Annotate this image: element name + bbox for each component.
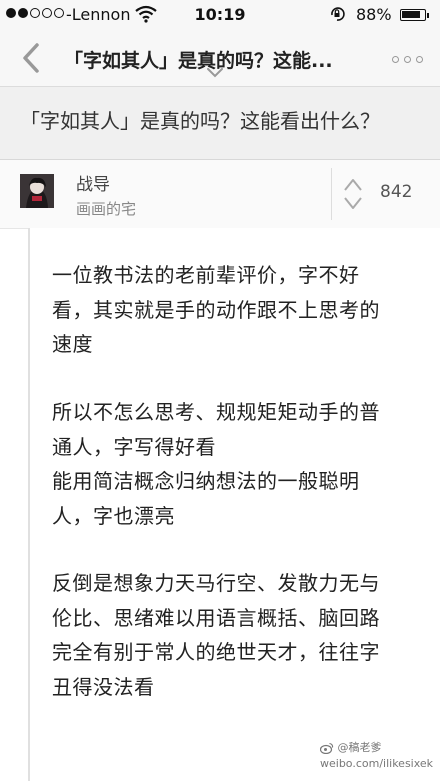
author-row: 战导 画画的宅 842: [0, 160, 440, 229]
answer-paragraph: 一位教书法的老前辈评价，字不好看，其实就是手的动作跟不上思考的速度: [52, 263, 380, 356]
question-title: 「字如其人」是真的吗？这能看出什么？: [20, 109, 380, 133]
author-bio: 画画的宅: [76, 200, 137, 218]
status-bar: -Lennon 10:19 88%: [0, 0, 440, 30]
battery-icon: [400, 9, 426, 21]
author-name[interactable]: 战导: [76, 170, 110, 195]
rotation-lock-icon: [331, 7, 345, 21]
battery-percentage: 88%: [356, 5, 392, 24]
nav-title: 「字如其人」是真的吗？这能...: [64, 50, 333, 72]
watermark: @稿老爹 weibo.com/ilikesixek: [320, 740, 433, 772]
more-options-icon[interactable]: [392, 56, 423, 63]
back-chevron-icon[interactable]: [20, 42, 42, 74]
weibo-logo-icon: [320, 742, 334, 754]
vote-count: 842: [380, 182, 413, 202]
answer-paragraph: 反倒是想象力天马行空、发散力无与伦比、思绪难以用语言概括、脑回路完全有别于常人的…: [52, 571, 380, 699]
answer-paragraph: 所以不怎么思考、规规矩矩动手的普通人，字写得好看 能用简洁概念归纳想法的一般聪明…: [52, 400, 380, 528]
question-header[interactable]: 「字如其人」是真的吗？这能看出什么？: [0, 87, 440, 160]
avatar[interactable]: [20, 174, 54, 208]
divider: [331, 168, 332, 220]
vote-arrows-icon[interactable]: [342, 176, 364, 212]
chevron-down-icon[interactable]: [207, 68, 223, 78]
answer-body: 一位教书法的老前辈评价，字不好看，其实就是手的动作跟不上思考的速度 所以不怎么思…: [28, 228, 440, 781]
watermark-url: weibo.com/ilikesixek: [320, 757, 434, 770]
watermark-handle: @稿老爹: [337, 741, 382, 754]
navigation-bar: 「字如其人」是真的吗？这能...: [0, 30, 440, 87]
